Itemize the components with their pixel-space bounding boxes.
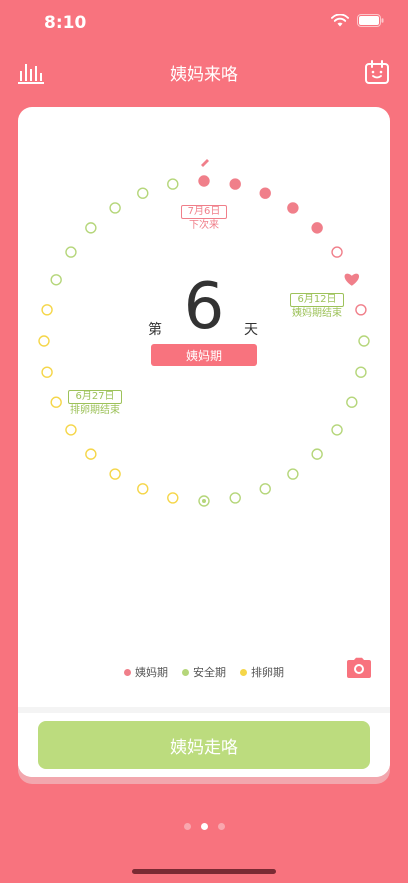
calendar-icon (365, 60, 389, 84)
legend-dot-period (124, 668, 131, 676)
card-footer: 姨妈走咯 (18, 707, 390, 777)
legend-label-ovulation: 排卵期 (251, 666, 284, 679)
period-end-date: 6月12日 (290, 293, 344, 307)
cycle-day-dot[interactable] (311, 222, 323, 234)
cycle-day-dot[interactable] (311, 448, 323, 460)
current-day-number: 6 (183, 270, 225, 344)
page-dot-1[interactable] (183, 823, 191, 830)
status-icons (331, 14, 384, 27)
app-header: 姨妈来咯 (0, 52, 408, 92)
cycle-day-dot[interactable] (85, 448, 97, 460)
cycle-card: 第 6 天 姨妈期 7月6日 下次来 6月12日 姨妈期结束 6月27日 排卵期… (18, 107, 390, 777)
cycle-day-dot[interactable] (38, 335, 50, 347)
legend-item-period: 姨妈期 (124, 664, 168, 680)
cycle-day-dot[interactable] (167, 178, 179, 190)
cycle-day-dot[interactable] (331, 424, 343, 436)
camera-button[interactable] (346, 657, 372, 679)
phase-badge: 姨妈期 (151, 344, 257, 366)
today-heart-icon[interactable] (344, 273, 360, 286)
cycle-day-dot[interactable] (85, 222, 97, 234)
cycle-day-dot[interactable] (167, 492, 179, 504)
cycle-dial: 第 6 天 姨妈期 7月6日 下次来 6月12日 姨妈期结束 6月27日 排卵期… (18, 107, 390, 707)
wifi-icon (331, 14, 349, 27)
page-title: 姨妈来咯 (170, 65, 238, 85)
cycle-day-dot[interactable] (109, 202, 121, 214)
edit-pencil-icon[interactable] (201, 159, 209, 167)
status-bar: 8:10 (0, 0, 408, 46)
camera-icon (347, 657, 371, 678)
cycle-day-dot[interactable] (355, 304, 367, 316)
cycle-day-dot[interactable] (41, 304, 53, 316)
legend-label-safe: 安全期 (193, 666, 226, 679)
cycle-day-dot[interactable] (50, 274, 62, 286)
legend-dot-safe (182, 668, 189, 676)
cycle-day-dot[interactable] (259, 187, 271, 199)
cycle-day-dot[interactable] (137, 483, 149, 495)
cycle-day-dot[interactable] (355, 366, 367, 378)
cycle-day-dot[interactable] (50, 396, 62, 408)
legend-item-ovulation: 排卵期 (240, 664, 284, 680)
legend-label-period: 姨妈期 (135, 666, 168, 679)
day-suffix: 天 (244, 322, 258, 338)
cycle-day-dot[interactable] (358, 335, 370, 347)
page-dot-3[interactable] (217, 823, 225, 830)
cycle-day-dot[interactable] (65, 424, 77, 436)
ovulation-end-label: 排卵期结束 (70, 405, 120, 416)
calendar-button[interactable] (363, 58, 391, 86)
next-period-label: 下次来 (189, 220, 219, 231)
cycle-day-dot[interactable] (137, 187, 149, 199)
page-dot-2[interactable] (200, 823, 208, 830)
cycle-day-dot[interactable] (65, 246, 77, 258)
ovulation-end-tag: 6月27日 排卵期结束 (62, 384, 128, 417)
cycle-day-dot[interactable] (198, 175, 210, 187)
cycle-day-dot[interactable] (346, 396, 358, 408)
cycle-day-dot[interactable] (287, 202, 299, 214)
page-indicator (0, 823, 408, 830)
ovulation-end-date: 6月27日 (68, 390, 122, 404)
next-period-date: 7月6日 (180, 205, 228, 219)
cycle-day-dot[interactable] (331, 246, 343, 258)
period-end-tag: 6月12日 姨妈期结束 (284, 287, 350, 320)
ovulation-day-marker (202, 499, 206, 503)
next-period-tag: 7月6日 下次来 (172, 199, 236, 232)
cycle-day-dot[interactable] (109, 468, 121, 480)
cycle-day-dot[interactable] (259, 483, 271, 495)
period-end-label: 姨妈期结束 (292, 308, 342, 319)
legend-dot-ovulation (240, 668, 247, 676)
cycle-day-dot[interactable] (229, 492, 241, 504)
home-indicator (132, 869, 276, 874)
period-ended-button[interactable]: 姨妈走咯 (38, 721, 370, 769)
cycle-day-dot[interactable] (287, 468, 299, 480)
legend-item-safe: 安全期 (182, 664, 226, 680)
status-time: 8:10 (44, 13, 87, 33)
battery-icon (357, 14, 384, 27)
cycle-day-dot[interactable] (229, 178, 241, 190)
day-prefix: 第 (148, 322, 162, 338)
phase-legend: 姨妈期 安全期 排卵期 (18, 664, 390, 680)
cycle-day-dot[interactable] (41, 366, 53, 378)
